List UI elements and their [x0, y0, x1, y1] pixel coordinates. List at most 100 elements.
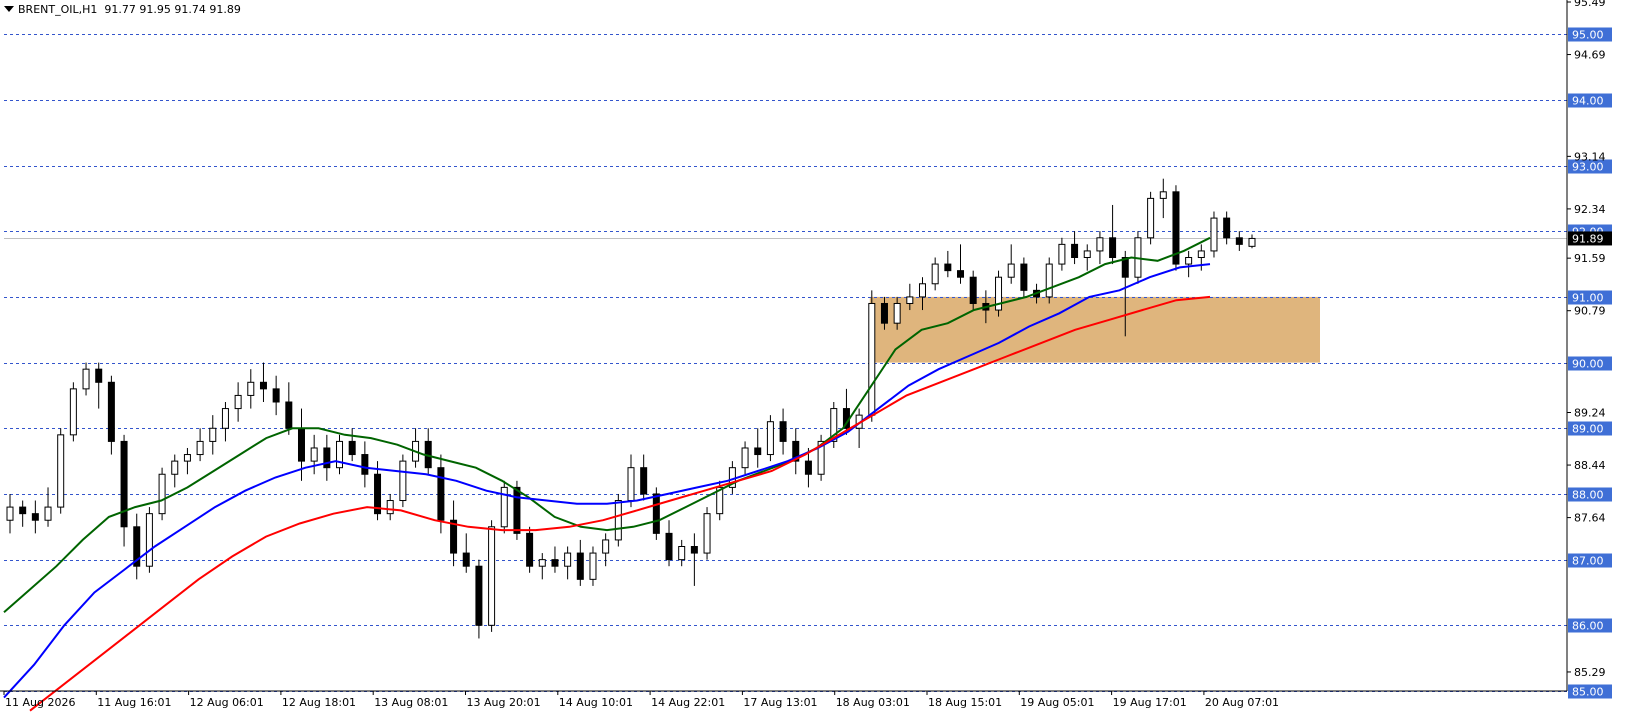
candle-bull: [893, 302, 901, 324]
candle-bear: [285, 401, 293, 429]
candle-bear: [272, 388, 280, 403]
candle-bull: [614, 500, 622, 541]
price-tick-label: 93.14: [1574, 150, 1606, 163]
candle-bull: [221, 408, 229, 429]
time-tick-label: 12 Aug 18:01: [282, 696, 356, 709]
candle-bull: [538, 559, 546, 567]
price-tick-label: 89.24: [1574, 407, 1606, 420]
chart-header: BRENT_OIL,H1 91.77 91.95 91.74 91.89: [4, 3, 241, 16]
candle-bear: [120, 440, 128, 528]
candle-bull: [145, 513, 153, 567]
candle-bull: [1248, 237, 1256, 247]
candle-bull: [741, 447, 749, 469]
time-tick-label: 13 Aug 20:01: [467, 696, 541, 709]
price-tick-label: 94.69: [1574, 49, 1606, 62]
price-tick-label: 87.64: [1574, 512, 1606, 525]
level-label: 95.00: [1572, 29, 1604, 42]
dropdown-triangle-icon[interactable]: [4, 6, 14, 12]
candle-bear: [944, 263, 952, 272]
candle-bull: [703, 513, 711, 554]
candle-bull: [1096, 237, 1104, 252]
candle-bull: [906, 296, 914, 304]
candle-bear: [957, 270, 965, 278]
candle-bear: [361, 454, 369, 475]
candle-bull: [69, 388, 77, 436]
candle-bull: [1007, 263, 1015, 278]
candle-bear: [513, 486, 521, 534]
time-tick-label: 18 Aug 15:01: [928, 696, 1002, 709]
candle-bear: [526, 532, 534, 567]
candle-bear: [437, 467, 445, 521]
candle-bear: [31, 513, 39, 521]
candle-bear: [880, 302, 888, 324]
candle-bull: [209, 427, 217, 442]
price-tick-label: 91.59: [1574, 252, 1606, 265]
candle-bull: [678, 546, 686, 561]
candle-bear: [804, 460, 812, 475]
price-tick-label: 95.49: [1574, 0, 1606, 9]
candle-bear: [652, 493, 660, 534]
time-tick-label: 13 Aug 08:01: [374, 696, 448, 709]
candle-bear: [95, 368, 103, 383]
candle-bear: [1223, 217, 1231, 239]
candle-bear: [462, 552, 470, 567]
level-label: 87.00: [1572, 555, 1604, 568]
candle-bear: [640, 467, 648, 495]
candle-bull: [6, 506, 14, 521]
ohlc-readout: 91.77 91.95 91.74 91.89: [104, 3, 241, 16]
price-tick-label: 90.79: [1574, 305, 1606, 318]
candle-bull: [1058, 243, 1066, 265]
level-label: 86.00: [1572, 620, 1604, 633]
level-label: 90.00: [1572, 358, 1604, 371]
candle-bull: [57, 434, 65, 508]
candle-bull: [196, 440, 204, 456]
price-chart[interactable]: 95.0094.0093.0092.0091.0090.0089.0088.00…: [0, 0, 1626, 714]
time-tick-label: 14 Aug 10:01: [559, 696, 633, 709]
level-label: 88.00: [1572, 489, 1604, 502]
price-axis-layer: 95.49 94.69 93.14 92.34 91.59 90.79 89.24 88.44…: [0, 0, 1612, 692]
candle-bull: [918, 283, 926, 298]
candle-bull: [488, 526, 496, 626]
candle-bear: [1071, 243, 1079, 259]
time-tick-label: 11 Aug 16:01: [97, 696, 171, 709]
candle-bull: [336, 440, 344, 469]
candle-bull: [234, 394, 242, 410]
ma-green-line: [3, 236, 1211, 613]
candle-bear: [1109, 237, 1117, 259]
candle-bull: [386, 500, 394, 515]
candle-bull: [1185, 257, 1193, 265]
chart-window[interactable]: BRENT_OIL,H1 91.77 91.95 91.74 91.89 95.…: [0, 0, 1626, 714]
level-label: 89.00: [1572, 423, 1604, 436]
candle-bear: [259, 381, 267, 390]
candle-bear: [348, 440, 356, 456]
candle-bull: [1197, 250, 1205, 259]
candle-bear: [19, 506, 27, 515]
candle-bull: [589, 552, 597, 580]
candle-bull: [766, 421, 774, 456]
symbol-label: BRENT_OIL,H1: [18, 3, 98, 16]
time-tick-label: 18 Aug 03:01: [836, 696, 910, 709]
current-price-label: 91.89: [1572, 232, 1604, 245]
candle-bull: [931, 263, 939, 285]
time-tick-label: 17 Aug 13:01: [743, 696, 817, 709]
candle-bear: [665, 532, 673, 561]
candle-bear: [779, 421, 787, 442]
candle-bear: [297, 427, 305, 462]
candle-bull: [158, 473, 166, 515]
price-tick-label: 88.44: [1574, 459, 1606, 472]
levels-layer: 95.0094.0093.0092.0091.0090.0089.0088.00…: [4, 27, 1612, 699]
candle-bull: [310, 447, 318, 462]
level-label: 91.00: [1572, 292, 1604, 305]
candle-bull: [247, 381, 255, 396]
candle-bull: [183, 454, 191, 462]
candle-bull: [44, 506, 52, 521]
candle-bull: [564, 552, 572, 567]
candle-bear: [1235, 237, 1243, 245]
time-tick-label: 19 Aug 05:01: [1020, 696, 1094, 709]
time-tick-label: 11 Aug 2026: [5, 696, 75, 709]
candle-bear: [551, 559, 559, 567]
candle-bull: [602, 539, 610, 554]
candle-bear: [1020, 263, 1028, 291]
candle-bull: [1147, 197, 1155, 239]
zone-layer: [869, 296, 1320, 363]
